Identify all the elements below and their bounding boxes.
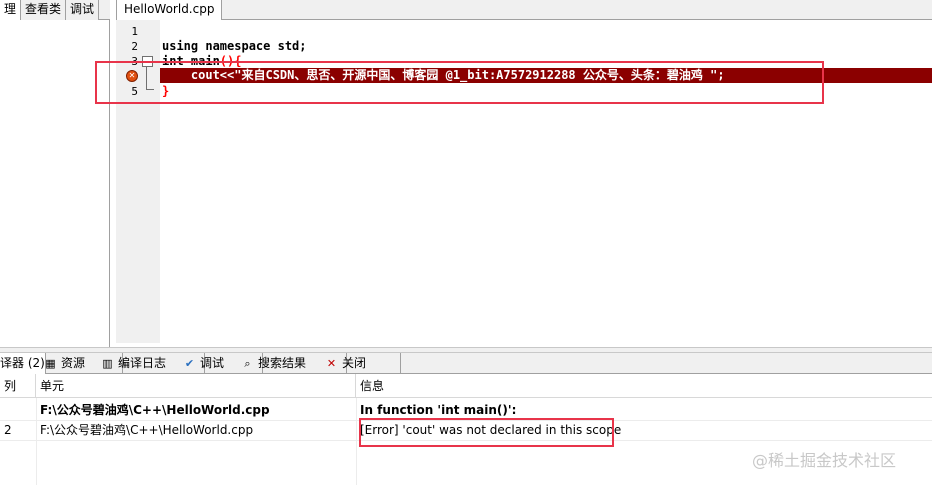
tab-search-results-label: 搜索结果: [258, 356, 307, 370]
code-line-2: using namespace std;: [162, 39, 307, 53]
message-row-1-col[interactable]: [0, 400, 36, 420]
left-panel-tabs: 理 查看类 调试: [0, 0, 110, 20]
check-icon: ✔: [184, 357, 195, 370]
tab-compiler[interactable]: 译器 (2): [0, 353, 46, 374]
column-header-unit[interactable]: 单元: [36, 374, 356, 398]
resource-icon: ▦: [45, 357, 56, 370]
tab-helloworld-cpp[interactable]: HelloWorld.cpp: [116, 0, 223, 20]
column-header-info[interactable]: 信息: [356, 374, 932, 398]
project-panel: [0, 0, 110, 347]
annotation-box-code: [95, 61, 824, 104]
column-header-col[interactable]: 列: [0, 374, 36, 398]
editor-tab-bar: HelloWorld.cpp: [116, 0, 932, 20]
chart-icon: ▥: [102, 357, 113, 370]
message-row-1-info[interactable]: In function 'int main()':: [356, 400, 756, 420]
tab-compile-log-label: 编译日志: [118, 356, 167, 370]
tab-debug-output-label: 调试: [200, 356, 225, 370]
line-number-1: 1: [131, 25, 138, 38]
bottom-tab-bar: 译器 (2) ▦ 资源 ▥ 编译日志 ✔ 调试 ⌕ 搜索结果 ✕ 关闭: [0, 353, 932, 374]
line-number-2: 2: [131, 40, 138, 53]
tab-close-label: 关闭: [342, 356, 367, 370]
annotation-box-error: [359, 418, 614, 447]
tab-resources-label: 资源: [61, 356, 86, 370]
tab-debug[interactable]: 调试: [66, 0, 100, 20]
tab-compiler-label: 译器 (2): [0, 356, 45, 370]
message-row-1-unit[interactable]: F:\公众号碧油鸡\C++\HelloWorld.cpp: [36, 400, 356, 420]
watermark-text: @稀土掘金技术社区: [752, 451, 897, 470]
close-icon: ✕: [326, 357, 337, 370]
message-row-2-col[interactable]: 2: [0, 420, 36, 440]
tab-project[interactable]: 理: [0, 0, 22, 20]
tab-class-view[interactable]: 查看类: [21, 0, 67, 20]
tab-close[interactable]: ✕ 关闭: [322, 353, 401, 374]
message-row-2-unit[interactable]: F:\公众号碧油鸡\C++\HelloWorld.cpp: [36, 420, 356, 440]
search-icon: ⌕: [244, 357, 251, 370]
